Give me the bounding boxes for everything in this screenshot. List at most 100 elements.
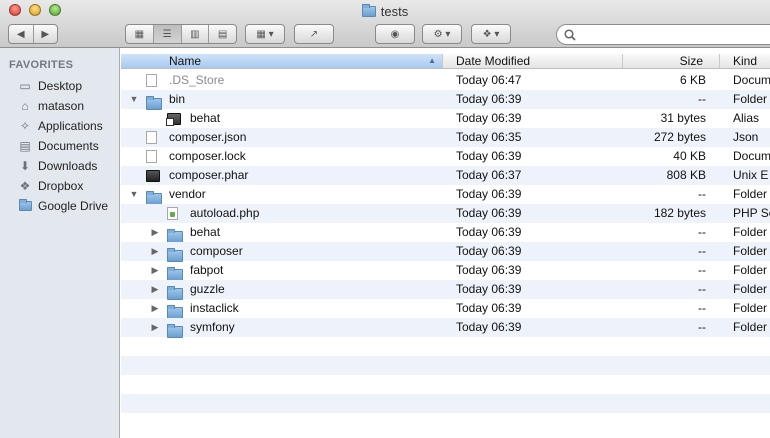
file-kind: Folder <box>733 282 768 296</box>
file-kind: Unix E <box>733 168 769 182</box>
disclosure-collapsed-icon[interactable]: ▶ <box>150 261 160 280</box>
sidebar-item-dropbox[interactable]: ❖ Dropbox <box>18 177 118 195</box>
file-size: 808 KB <box>666 168 706 182</box>
sidebar-item-google-drive[interactable]: Google Drive <box>18 197 118 215</box>
file-date: Today 06:39 <box>456 244 522 258</box>
column-header-name[interactable]: Name ▲ <box>121 54 443 68</box>
folder-icon <box>361 3 376 17</box>
table-row[interactable]: composer.lock Today 06:39 40 KB Docum <box>121 147 770 166</box>
icon-view-icon: ▦ <box>134 28 145 40</box>
downloads-icon: ⬇ <box>19 159 31 173</box>
file-date: Today 06:39 <box>456 187 522 201</box>
sidebar-item-label: Documents <box>38 139 99 153</box>
dropbox-icon: ❖ ▾ <box>482 28 500 40</box>
back-button[interactable]: ◀ <box>9 25 34 43</box>
sidebar-item-downloads[interactable]: ⬇ Downloads <box>18 157 118 175</box>
file-kind: Json <box>733 130 759 144</box>
column-header-kind[interactable]: Kind <box>720 54 770 68</box>
disclosure-collapsed-icon[interactable]: ▶ <box>150 242 160 261</box>
file-date: Today 06:37 <box>456 168 522 182</box>
table-row[interactable]: ▼ bin Today 06:39 -- Folder <box>121 90 770 110</box>
sidebar-item-documents[interactable]: ▤ Documents <box>18 137 118 155</box>
sort-ascending-icon: ▲ <box>428 56 436 65</box>
list-view-button[interactable]: ☰ <box>153 25 182 43</box>
disclosure-expanded-icon[interactable]: ▼ <box>129 90 139 109</box>
back-forward-control: ◀ ▶ <box>8 24 58 44</box>
share-button[interactable]: ↗ <box>294 24 334 44</box>
action-button[interactable]: ⚙ ▾ <box>422 24 462 44</box>
sidebar-item-label: Dropbox <box>38 179 84 193</box>
sidebar-item-label: Downloads <box>38 159 98 173</box>
file-kind: Folder <box>733 301 768 315</box>
table-row[interactable]: ▶ guzzle Today 06:39 -- Folder <box>121 280 770 300</box>
disclosure-collapsed-icon[interactable]: ▶ <box>150 318 160 337</box>
file-date: Today 06:39 <box>456 225 522 239</box>
coverflow-view-button[interactable]: ▤ <box>209 25 236 43</box>
sidebar-item-label: matason <box>38 99 85 113</box>
disclosure-expanded-icon[interactable]: ▼ <box>129 185 139 204</box>
file-date: Today 06:39 <box>456 282 522 296</box>
file-size: -- <box>698 282 706 296</box>
disclosure-collapsed-icon[interactable]: ▶ <box>150 280 160 299</box>
table-row[interactable]: ▼ vendor Today 06:39 -- Folder <box>121 185 770 205</box>
file-size: -- <box>698 320 706 334</box>
table-row[interactable]: ▶ symfony Today 06:39 -- Folder <box>121 318 770 338</box>
column-view-button[interactable]: ▥ <box>182 25 210 43</box>
table-row[interactable]: autoload.php Today 06:39 182 bytes PHP Sc <box>121 204 770 223</box>
desktop-icon: ▭ <box>19 79 31 93</box>
sidebar-item-label: Applications <box>38 119 103 133</box>
empty-row <box>121 375 770 394</box>
column-header-size[interactable]: Size <box>623 54 720 68</box>
dropbox-button[interactable]: ❖ ▾ <box>471 24 511 44</box>
table-row[interactable]: ▶ behat Today 06:39 -- Folder <box>121 223 770 243</box>
quicklook-button[interactable]: ◉ <box>375 24 415 44</box>
file-date: Today 06:47 <box>456 73 522 87</box>
disclosure-collapsed-icon[interactable]: ▶ <box>150 223 160 242</box>
column-header-date[interactable]: Date Modified <box>443 54 623 68</box>
file-kind: Alias <box>733 111 760 125</box>
column-header-bar: Name ▲ Date Modified Size Kind <box>121 54 770 69</box>
table-row[interactable]: composer.phar Today 06:37 808 KB Unix E <box>121 166 770 185</box>
arrange-grid-icon: ▦ ▾ <box>256 28 274 40</box>
file-size: 40 KB <box>673 149 706 163</box>
sidebar-item-desktop[interactable]: ▭ Desktop <box>18 77 118 95</box>
disclosure-collapsed-icon[interactable]: ▶ <box>150 299 160 318</box>
arrange-button[interactable]: ▦ ▾ <box>245 24 285 44</box>
file-kind: Folder <box>733 320 768 334</box>
documents-icon: ▤ <box>19 139 31 153</box>
back-arrow-icon: ◀ <box>16 28 25 40</box>
file-date: Today 06:39 <box>456 263 522 277</box>
folder-icon <box>18 199 32 213</box>
file-name: composer.lock <box>169 149 246 163</box>
table-row[interactable]: ▶ instaclick Today 06:39 -- Folder <box>121 299 770 319</box>
file-size: -- <box>698 301 706 315</box>
table-row[interactable]: .DS_Store Today 06:47 6 KB Docum <box>121 71 770 90</box>
file-date: Today 06:35 <box>456 130 522 144</box>
file-name: behat <box>190 111 221 125</box>
file-date: Today 06:39 <box>456 111 522 125</box>
forward-button[interactable]: ▶ <box>34 25 58 43</box>
sidebar-item-applications[interactable]: ✧ Applications <box>18 117 118 135</box>
file-kind: Docum <box>733 73 770 87</box>
column-view-icon: ▥ <box>190 28 200 40</box>
window-title: tests <box>0 3 770 19</box>
table-row[interactable]: ▶ fabpot Today 06:39 -- Folder <box>121 261 770 281</box>
sidebar-heading: FAVORITES <box>9 59 74 71</box>
gear-icon: ⚙ ▾ <box>433 28 451 40</box>
file-kind: Folder <box>733 92 768 106</box>
table-row[interactable]: behat Today 06:39 31 bytes Alias <box>121 109 770 128</box>
sidebar-item-home[interactable]: ⌂ matason <box>18 97 118 115</box>
table-row[interactable]: ▶ composer Today 06:39 -- Folder <box>121 242 770 262</box>
file-kind: Folder <box>733 244 768 258</box>
search-field[interactable] <box>556 24 770 45</box>
window-titlebar: tests ◀ ▶ ▦ ☰ ▥ ▤ ▦ ▾ ↗ ◉ ⚙ ▾ ❖ ▾ <box>0 0 770 48</box>
file-size: 182 bytes <box>653 206 706 220</box>
file-size: 272 bytes <box>653 130 706 144</box>
empty-row <box>121 337 770 356</box>
icon-view-button[interactable]: ▦ <box>126 25 154 43</box>
table-row[interactable]: composer.json Today 06:35 272 bytes Json <box>121 128 770 147</box>
file-name: vendor <box>169 187 206 201</box>
file-size: 31 bytes <box>660 111 706 125</box>
file-name: symfony <box>190 320 235 334</box>
file-name: composer <box>190 244 243 258</box>
